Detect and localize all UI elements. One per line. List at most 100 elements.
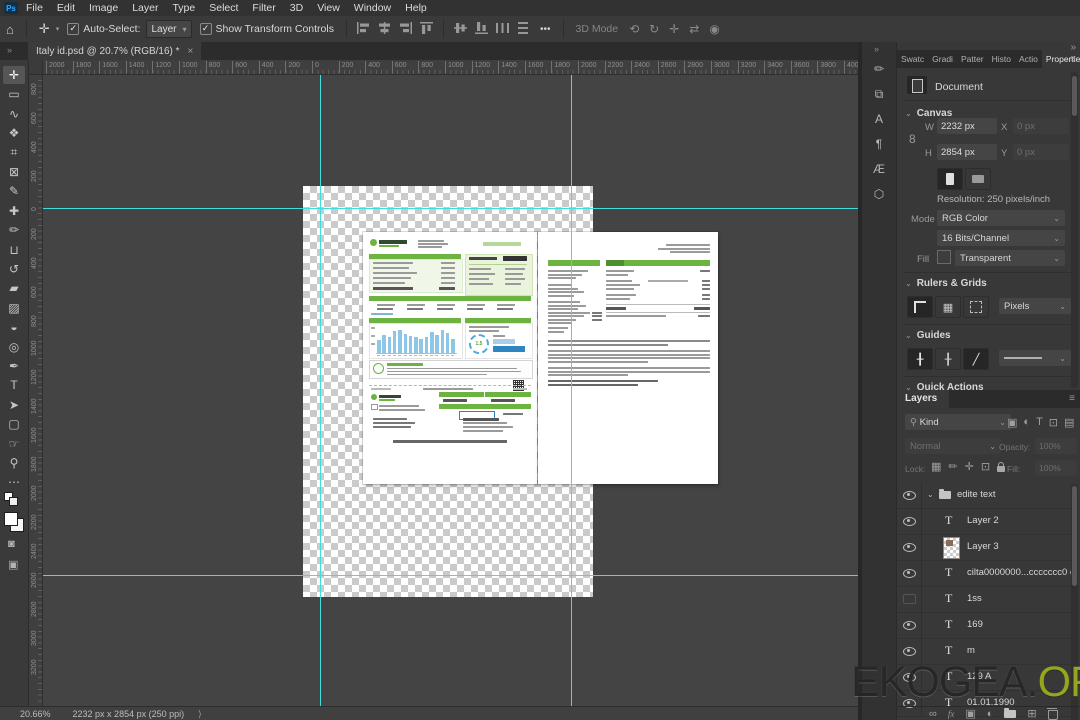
layer-name[interactable]: m xyxy=(967,645,975,656)
eraser-tool[interactable]: ▰ xyxy=(3,279,25,297)
menu-layer[interactable]: Layer xyxy=(132,2,158,14)
layer-visibility-toggle[interactable] xyxy=(897,612,922,638)
eye-icon[interactable] xyxy=(902,516,916,526)
eye-icon[interactable] xyxy=(902,620,916,630)
tool-preset-caret-icon[interactable]: ▾ xyxy=(56,25,60,33)
menu-file[interactable]: File xyxy=(26,2,43,14)
properties-scrollbar[interactable] xyxy=(1071,72,1078,388)
home-icon[interactable]: ⌂ xyxy=(6,22,14,37)
zoom-level[interactable]: 20.66% xyxy=(20,709,51,719)
rulers-grids-section-header[interactable]: ⌄ Rulers & Grids xyxy=(905,278,987,289)
layers-scrollbar[interactable] xyxy=(1071,484,1078,720)
x-input[interactable]: 0 px xyxy=(1013,118,1069,134)
layer-visibility-toggle[interactable] xyxy=(897,508,922,534)
menu-view[interactable]: View xyxy=(317,2,340,14)
menu-edit[interactable]: Edit xyxy=(57,2,75,14)
filter-type-layers-icon[interactable]: T xyxy=(1036,416,1043,429)
guide-horizontal-1[interactable] xyxy=(42,208,858,209)
layer-row[interactable]: Layer 3 xyxy=(897,534,1080,561)
eye-icon[interactable] xyxy=(902,672,916,682)
eye-icon[interactable] xyxy=(902,490,916,500)
layer-row[interactable]: Tcilta0000000...ccccccc0 d xyxy=(897,560,1080,587)
lock-all-icon[interactable] xyxy=(997,461,1006,472)
menu-3d[interactable]: 3D xyxy=(290,2,303,14)
eyedropper-tool[interactable]: ✎ xyxy=(3,182,25,200)
layer-name[interactable]: Layer 3 xyxy=(967,541,999,552)
rectangular-marquee-tool[interactable]: ▭ xyxy=(3,85,25,103)
landscape-orientation-button[interactable] xyxy=(965,168,991,190)
history-brush-tool[interactable]: ↺ xyxy=(3,260,25,278)
width-input[interactable]: 2232 px xyxy=(937,118,997,134)
layers-tab[interactable]: Layers xyxy=(897,390,950,411)
distribute-vertical-icon[interactable] xyxy=(517,21,530,37)
guides-section-header[interactable]: ⌄ Guides xyxy=(905,330,951,341)
tab-gradi[interactable]: Gradi xyxy=(928,50,957,68)
show-transform-checkbox[interactable]: ✓ xyxy=(199,23,212,35)
layer-row[interactable]: ⌄ edite text xyxy=(897,482,1080,509)
gradient-tool[interactable]: ▨ xyxy=(3,299,25,317)
layer-visibility-toggle[interactable] xyxy=(897,664,922,690)
link-layers-icon[interactable]: ∞ xyxy=(929,708,937,720)
eye-icon[interactable] xyxy=(902,568,916,578)
layer-name[interactable]: cilta0000000...ccccccc0 d xyxy=(967,567,1075,578)
lock-position-icon[interactable]: ✛ xyxy=(965,460,974,473)
character-panel-icon[interactable]: A xyxy=(867,108,891,130)
adjustment-layer-icon[interactable]: ◐ xyxy=(987,708,994,720)
edit-toolbar-icon[interactable]: ⋯ xyxy=(3,473,25,491)
layer-fill-input[interactable]: 100% xyxy=(1035,460,1077,476)
toggle-pixel-grid-button[interactable] xyxy=(963,296,989,318)
layer-filter-dropdown[interactable]: ⚲ Kind ⌄ xyxy=(905,414,1011,430)
horizontal-ruler[interactable]: 2000 1800 1600 1400 1200 1000 800 600 400 200 0 200… xyxy=(28,60,889,75)
paragraph-panel-icon[interactable]: ¶ xyxy=(867,133,891,155)
status-arrow-icon[interactable]: ⟩ xyxy=(198,709,202,720)
clone-source-panel-icon[interactable]: ⧉ xyxy=(867,83,891,105)
menu-select[interactable]: Select xyxy=(209,2,238,14)
bit-depth-dropdown[interactable]: 16 Bits/Channel ⌄ xyxy=(937,230,1065,246)
rectangle-tool[interactable]: ▢ xyxy=(3,415,25,433)
layer-name[interactable]: 169 xyxy=(967,619,983,630)
tab-histo[interactable]: Histo xyxy=(988,50,1015,68)
hand-tool[interactable]: ☞ xyxy=(3,435,25,453)
move-tool[interactable]: ✛ xyxy=(3,66,25,84)
filter-smart-objects-icon[interactable]: ▤ xyxy=(1064,416,1074,429)
frame-tool[interactable]: ⊠ xyxy=(3,163,25,181)
height-input[interactable]: 2854 px xyxy=(937,144,997,160)
foreground-color-swatch[interactable] xyxy=(4,512,18,526)
y-input[interactable]: 0 px xyxy=(1013,144,1069,160)
eye-icon[interactable] xyxy=(902,542,916,552)
swap-colors-icon[interactable] xyxy=(9,497,18,506)
brush-tool[interactable]: ✏ xyxy=(3,221,25,239)
lock-transparency-icon[interactable]: ▦ xyxy=(931,460,941,473)
guide-horizontal-2[interactable] xyxy=(42,575,858,576)
healing-brush-tool[interactable]: ✚ xyxy=(3,202,25,220)
align-middle-vertical-icon[interactable] xyxy=(453,22,467,37)
distribute-horizontal-icon[interactable] xyxy=(495,22,509,37)
guide-style-dropdown[interactable]: ⌄ xyxy=(999,350,1071,366)
fill-dropdown[interactable]: Transparent ⌄ xyxy=(955,250,1065,266)
document-tab[interactable]: Italy id.psd @ 20.7% (RGB/16) * × xyxy=(28,42,202,60)
align-bottom-icon[interactable] xyxy=(474,21,488,37)
blur-tool[interactable]: ◒ xyxy=(3,318,25,336)
path-selection-tool[interactable]: ➤ xyxy=(3,396,25,414)
portrait-orientation-button[interactable] xyxy=(937,168,963,190)
toggle-rulers-button[interactable] xyxy=(907,296,933,318)
toggle-grid-button[interactable]: ▦ xyxy=(935,296,961,318)
lock-artboard-icon[interactable]: ⊡ xyxy=(981,460,990,473)
layer-name[interactable]: edite text xyxy=(957,489,996,500)
clone-stamp-tool[interactable]: ⊔ xyxy=(3,241,25,259)
layer-name[interactable]: Layer 2 xyxy=(967,515,999,526)
constrain-link-icon[interactable]: 8 xyxy=(909,132,916,146)
tab-actio[interactable]: Actio xyxy=(1015,50,1042,68)
eye-icon[interactable] xyxy=(902,646,916,656)
toggle-guides-button[interactable]: ╂ xyxy=(907,348,933,370)
3d-slide-icon[interactable]: ⇄ xyxy=(689,22,699,36)
guide-vertical-1[interactable] xyxy=(320,74,321,706)
menu-image[interactable]: Image xyxy=(89,2,118,14)
3d-roll-icon[interactable]: ↻ xyxy=(649,22,659,36)
menu-window[interactable]: Window xyxy=(354,2,391,14)
more-options-icon[interactable]: ••• xyxy=(540,24,551,35)
quick-mask-icon[interactable]: ◙ xyxy=(8,538,15,550)
new-group-icon[interactable] xyxy=(1004,707,1017,718)
dodge-tool[interactable]: ◎ xyxy=(3,338,25,356)
lock-guides-button[interactable]: ╂ xyxy=(935,348,961,370)
